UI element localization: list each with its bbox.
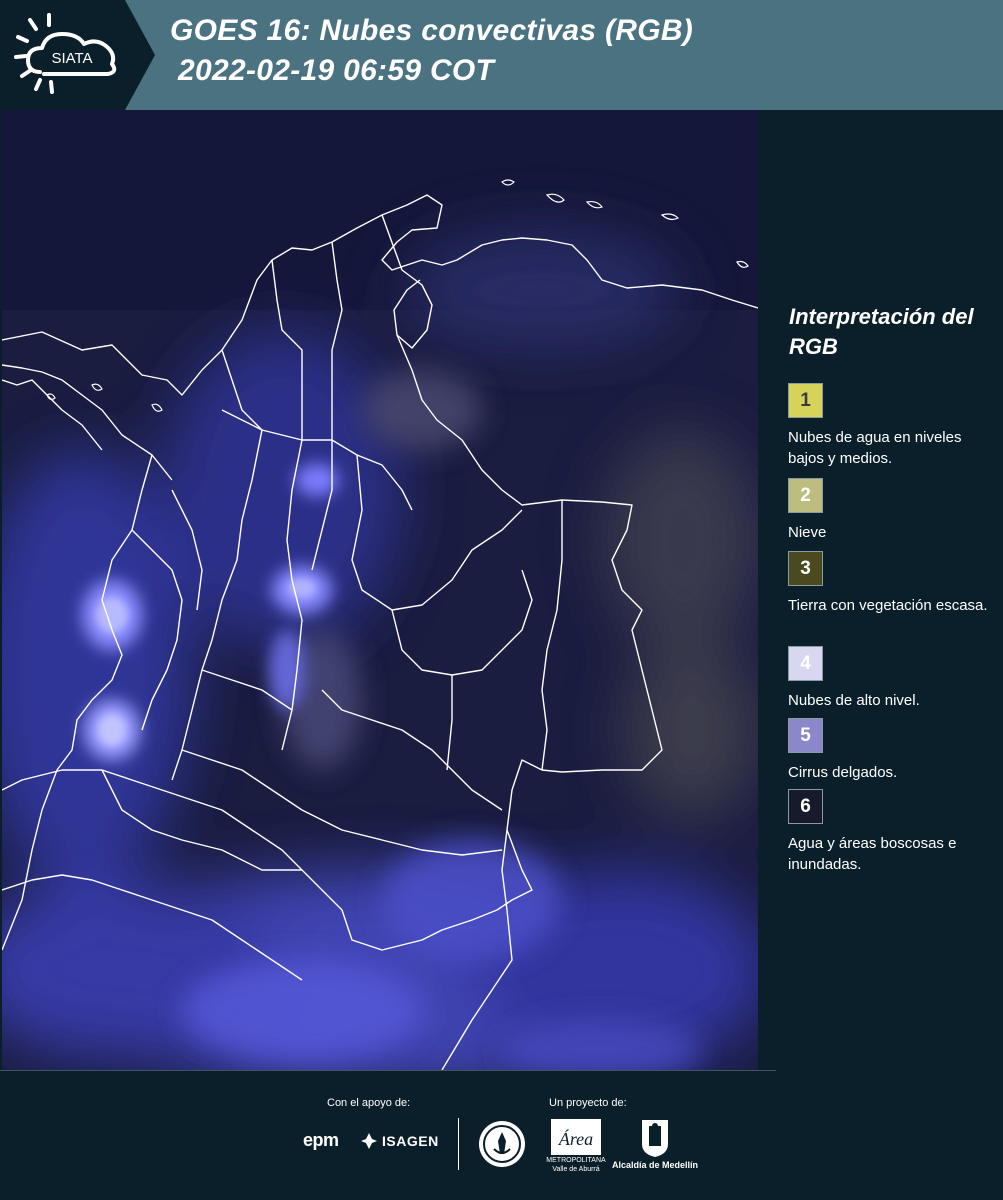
legend-item-6: 6 Agua y áreas boscosas e inundadas. (788, 789, 998, 875)
legend-label-3: Tierra con vegetación escasa. (788, 597, 988, 614)
legend-swatch-1: 1 (788, 383, 823, 418)
legend-label-6: Agua y áreas boscosas e inundadas. (788, 835, 957, 873)
university-seal-icon (479, 1121, 525, 1167)
svg-text:SIATA: SIATA (51, 50, 92, 67)
siata-logo: SIATA (0, 0, 155, 110)
header-bar: SIATA GOES 16: Nubes convectivas (RGB) 2… (0, 0, 1003, 110)
epm-logo: epm (303, 1130, 339, 1150)
page: SIATA GOES 16: Nubes convectivas (RGB) 2… (0, 0, 1003, 1200)
page-title: GOES 16: Nubes convectivas (RGB) (170, 14, 694, 47)
legend-title: Interpretación del RGB (789, 304, 974, 359)
footer: Con el apoyo de: Un proyecto de: epm ISA… (0, 1070, 1003, 1200)
legend-number-5: 5 (800, 724, 811, 746)
legend-item-4: 4 Nubes de alto nivel. (788, 646, 998, 711)
satellite-map (2, 110, 758, 1070)
footer-divider (0, 1070, 776, 1071)
legend-swatch-4: 4 (788, 646, 823, 681)
legend-item-1: 1 Nubes de agua en niveles bajos y medio… (788, 383, 998, 469)
footer-vertical-divider (458, 1118, 459, 1170)
legend-label-1: Nubes de agua en niveles bajos y medios. (788, 429, 962, 467)
legend-item-2: 2 Nieve (788, 478, 998, 543)
legend-swatch-2: 2 (788, 478, 823, 513)
legend-item-3: 3 Tierra con vegetación escasa. (788, 551, 998, 616)
legend-label-4: Nubes de alto nivel. (788, 692, 920, 709)
support-label: Con el apoyo de: (327, 1097, 411, 1109)
legend-swatch-3: 3 (788, 551, 823, 586)
legend-item-5: 5 Cirrus delgados. (788, 718, 998, 783)
alcaldia-shield-icon (642, 1120, 668, 1157)
legend-number-2: 2 (800, 484, 811, 506)
svg-text:Área: Área (558, 1128, 593, 1149)
alcaldia-text: Alcaldía de Medellín (612, 1160, 699, 1170)
legend-label-5: Cirrus delgados. (788, 764, 898, 781)
legend-label-2: Nieve (788, 524, 827, 541)
legend-number-4: 4 (800, 652, 811, 674)
legend-number-6: 6 (800, 795, 811, 817)
rgb-legend: Interpretación del RGB 1 Nubes de agua e… (760, 110, 1003, 1070)
isagen-logo: ISAGEN (360, 1132, 439, 1150)
legend-swatch-6: 6 (788, 789, 823, 824)
project-label: Un proyecto de: (549, 1097, 627, 1109)
legend-number-1: 1 (800, 389, 811, 411)
page-subtitle-datetime: 2022-02-19 06:59 COT (178, 54, 495, 87)
area-metropolitana-text: METROPOLITANA Valle de Aburrá (546, 1157, 606, 1173)
legend-number-3: 3 (800, 557, 811, 579)
legend-swatch-5: 5 (788, 718, 823, 753)
isagen-icon (361, 1133, 377, 1149)
